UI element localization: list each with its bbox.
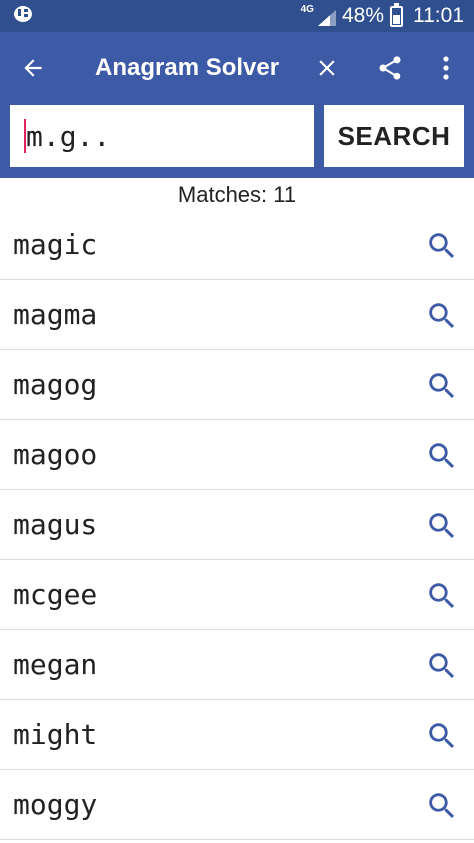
search-icon (429, 443, 455, 469)
status-bar: 4G 48% 11:01 (0, 0, 474, 32)
list-item[interactable]: moggy (0, 770, 474, 840)
list-item[interactable]: magma (0, 280, 474, 350)
list-item-word: mcgee (13, 578, 98, 611)
list-item-word: moggy (13, 788, 98, 821)
battery-fill (393, 15, 400, 24)
list-item-word: megan (13, 648, 98, 681)
row-search-button[interactable] (424, 648, 460, 684)
row-search-button[interactable] (424, 718, 460, 754)
list-item-word: magog (13, 368, 98, 401)
search-icon (429, 723, 455, 749)
share-button[interactable] (366, 32, 414, 104)
more-vertical-icon (443, 56, 449, 80)
list-item[interactable]: magic (0, 210, 474, 280)
search-icon (429, 303, 455, 329)
clear-button[interactable] (305, 32, 349, 104)
list-item[interactable]: might (0, 700, 474, 770)
row-search-button[interactable] (424, 578, 460, 614)
search-icon (429, 583, 455, 609)
results-list: magic magma magog magoo magus mcgee megan might… (0, 210, 474, 840)
row-search-button[interactable] (424, 438, 460, 474)
row-search-button[interactable] (424, 228, 460, 264)
search-icon (429, 513, 455, 539)
search-icon (429, 653, 455, 679)
list-item-word: magic (13, 228, 98, 261)
battery-icon (390, 2, 403, 27)
list-item-word: magoo (13, 438, 98, 471)
close-icon (319, 60, 335, 76)
app-title: Anagram Solver (95, 54, 280, 81)
app-bar: Anagram Solver SEARCH (0, 32, 474, 178)
search-button[interactable]: SEARCH (324, 105, 464, 167)
list-item[interactable]: magus (0, 490, 474, 560)
notification-icon (12, 3, 34, 29)
arrow-left-icon (24, 59, 42, 77)
network-type: 4G (300, 4, 314, 15)
list-item[interactable]: mcgee (0, 560, 474, 630)
toolbar: Anagram Solver (0, 32, 474, 104)
signal-icon (317, 8, 336, 26)
search-icon (429, 233, 455, 259)
battery-percent: 48% (341, 4, 384, 27)
list-item-word: might (13, 718, 98, 751)
row-search-button[interactable] (424, 788, 460, 824)
list-item[interactable]: magog (0, 350, 474, 420)
list-item-word: magma (13, 298, 98, 331)
search-icon (429, 793, 455, 819)
search-input[interactable] (26, 116, 286, 156)
back-button[interactable] (10, 32, 56, 104)
matches-count: Matches: 11 (177, 182, 297, 207)
clock: 11:01 (413, 4, 464, 27)
share-icon (379, 56, 401, 80)
row-search-button[interactable] (424, 508, 460, 544)
search-icon (429, 373, 455, 399)
list-item[interactable]: magoo (0, 420, 474, 490)
more-options-button[interactable] (428, 32, 464, 104)
search-field[interactable] (10, 105, 314, 167)
row-search-button[interactable] (424, 298, 460, 334)
row-search-button[interactable] (424, 368, 460, 404)
list-item[interactable]: megan (0, 630, 474, 700)
list-item-word: magus (13, 508, 98, 541)
